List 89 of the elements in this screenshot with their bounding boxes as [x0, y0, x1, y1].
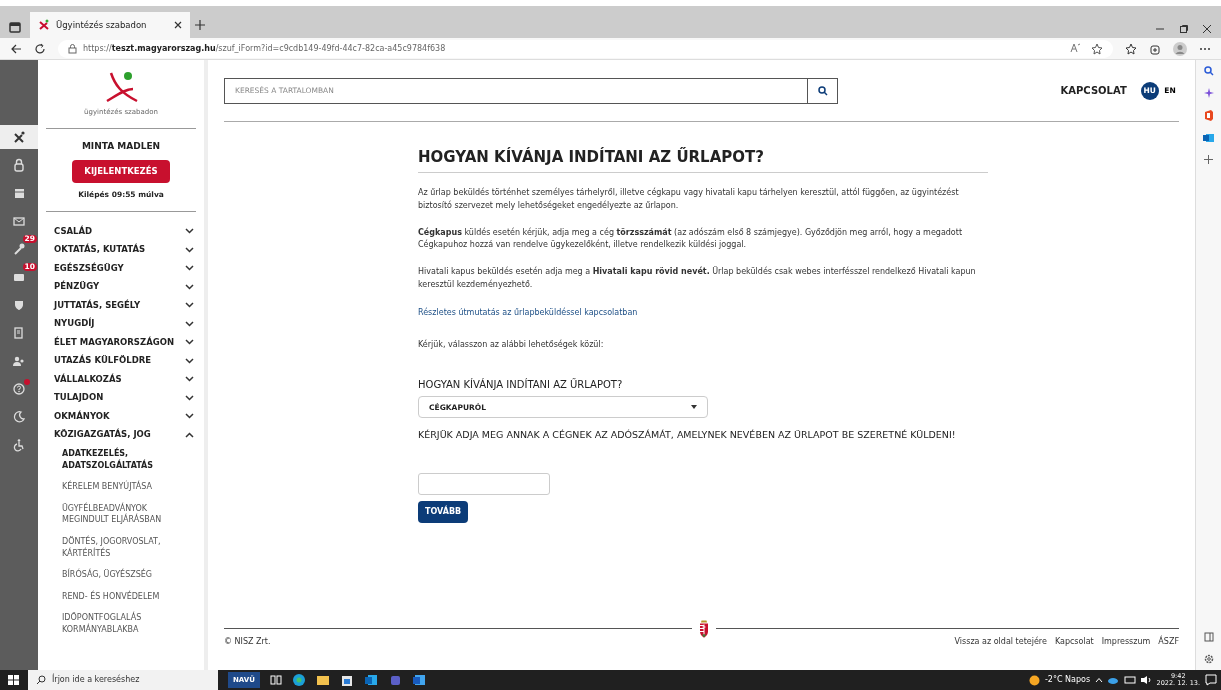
read-aloud-icon[interactable] [1070, 42, 1082, 53]
cloud-icon[interactable] [1107, 676, 1120, 684]
submenu-item[interactable]: KÉRELEM BENYÚJTÁSA [54, 477, 194, 499]
notification-dot [24, 379, 30, 385]
lock-icon [12, 158, 26, 172]
reload-icon[interactable] [34, 42, 46, 55]
tax-number-label: KÉRJÜK ADJA MEG ANNAK A CÉGNEK AZ ADÓSZÁMÁT, AMELYNEK NEVÉBEN AZ ŰRLAPOT BE SZERETNÉ KÜLDENI! [418, 428, 957, 443]
footer-link[interactable]: Vissza az oldal tetejére [954, 636, 1047, 648]
menu-item[interactable]: UTAZÁS KÜLFÖLDRE [54, 351, 194, 370]
folder-icon[interactable] [315, 674, 330, 686]
close-icon[interactable] [1202, 23, 1212, 34]
contact-link[interactable]: KAPCSOLAT [1060, 83, 1127, 98]
help-link[interactable]: Részletes útmutatás az űrlapbeküldéssel kapcsolatban [418, 307, 638, 317]
site-logo-icon [38, 19, 50, 31]
submenu-item[interactable]: ÜGYFÉLBEADVÁNYOK MEGINDULT ELJÁRÁSBAN [54, 498, 194, 532]
footer-link[interactable]: ÁSZF [1158, 636, 1179, 648]
volume-icon[interactable] [1140, 675, 1153, 685]
weather-icon [1029, 674, 1041, 686]
tab-title: Ügyintézés szabadon [56, 18, 148, 32]
menu-item[interactable]: TULAJDON [54, 388, 194, 407]
office-icon[interactable] [1203, 110, 1214, 121]
settings-icon[interactable] [1203, 654, 1214, 664]
submenu-item[interactable]: DÖNTÉS, JOGORVOSLAT, KÁRTÉRÍTÉS [54, 531, 194, 566]
back-icon[interactable] [10, 42, 22, 55]
edge-icon[interactable] [291, 673, 306, 687]
calendar-icon [12, 186, 26, 200]
weather-text: -2°C Napos [1044, 674, 1091, 686]
next-button[interactable]: TOVÁBB [418, 500, 469, 523]
menu-item[interactable]: CSALÁD [54, 222, 194, 241]
mail-icon [12, 214, 26, 228]
chevron-up-icon[interactable] [1094, 677, 1103, 683]
favorite-add-icon[interactable] [1091, 42, 1103, 55]
caret-icon [691, 405, 697, 410]
menu-item[interactable]: PÉNZÜGY [54, 277, 194, 296]
outlook-icon[interactable] [363, 673, 378, 687]
document-icon [12, 326, 26, 340]
copyright-text: © NISZ Zrt. [224, 636, 271, 648]
shield-icon [12, 298, 26, 312]
outlook-icon[interactable] [1203, 133, 1214, 143]
user-name: MINTA MADLEN [81, 140, 161, 154]
search-icon[interactable] [1203, 66, 1214, 76]
submenu-item[interactable]: BÍRÓSÁG, ÜGYÉSZSÉG [54, 565, 194, 587]
add-icon[interactable] [1204, 155, 1213, 164]
logout-button[interactable]: KIJELENTKEZÉS [72, 159, 170, 183]
paragraph: Hivatali kapus beküldés esetén adja meg a Hivatali kapu rövid nevét. Űrlap beküldés csak webes interfésszel rendelkező Hivatali kapun keresztül kezdeményezhető. [418, 266, 977, 291]
rail-button[interactable] [0, 125, 38, 149]
store-icon[interactable] [339, 673, 354, 687]
help-icon [12, 382, 26, 396]
sidebar-toggle-icon[interactable] [1203, 632, 1214, 642]
question-label: HOGYAN KÍVÁNJA INDÍTANI AZ ŰRLAPOT? [418, 377, 624, 393]
notifications-icon[interactable] [1204, 674, 1217, 686]
footer-link[interactable]: Kapcsolat [1054, 636, 1094, 648]
menu-item[interactable]: JUTTATÁS, SEGÉLY [54, 296, 194, 315]
more-icon[interactable] [1199, 46, 1211, 51]
task-view-icon[interactable] [269, 674, 282, 686]
favorites-icon[interactable] [1125, 42, 1137, 55]
tax-number-field[interactable] [418, 472, 550, 495]
prompt-text: Kérjük, válasszon az alábbi lehetőségek közül: [418, 339, 605, 352]
menu-item[interactable]: OKMÁNYOK [54, 407, 194, 426]
submenu-item[interactable]: REND- ÉS HONVÉDELEM [54, 586, 194, 609]
lock-icon [68, 43, 77, 54]
menu-item[interactable]: ÉLET MAGYARORSZÁGON [54, 333, 194, 352]
sparkle-icon[interactable] [1203, 88, 1214, 98]
search-button[interactable] [808, 77, 838, 104]
paragraph: Az űrlap beküldés történhet személyes tárhelyről, illetve cégkapu vagy hivatali kapu tárhelyen keresztül, attól függően, az ügyintézést biztosító szervezet mely lehetőségeket engedélyezte az űrlapon. [418, 187, 960, 212]
moon-icon [12, 410, 26, 424]
collections-icon[interactable] [1149, 42, 1161, 55]
browser-tab[interactable]: Ügyintézés szabadon [30, 12, 190, 38]
menu-item[interactable]: EGÉSZSÉGÜGY [54, 259, 194, 278]
submenu-item[interactable]: ADATKEZELÉS, ADATSZOLGÁLTATÁS [54, 444, 194, 478]
taskbar-search-field[interactable]: Írjon ide a kereséshez [28, 670, 218, 690]
menu-item[interactable]: NYUGDÍJ [54, 314, 194, 333]
close-icon[interactable] [174, 21, 182, 29]
people-icon [12, 354, 26, 368]
wheelchair-icon [12, 438, 26, 452]
search-icon [817, 85, 828, 96]
footer-link[interactable]: Impresszum [1101, 636, 1151, 648]
profile-icon[interactable] [1173, 41, 1187, 56]
menu-item[interactable]: OKTATÁS, KUTATÁS [54, 240, 194, 259]
paragraph: Cégkapus küldés esetén kérjük, adja meg a cég törzsszámát (az adószám első 8 számjegye). Győződjön meg arról, hogy a megadott Cégkapuhoz hozzá van rendelve ügykezelőként, illetve rendelkezik küldési joggal. [418, 226, 964, 252]
restore-icon[interactable] [1178, 23, 1189, 34]
search-icon [36, 675, 46, 685]
key-icon [12, 242, 26, 256]
form-title: HOGYAN KÍVÁNJA INDÍTANI AZ ŰRLAPOT? [418, 148, 988, 173]
submenu-item[interactable]: IDŐPONTFOGLALÁS KORMÁNYABLAKBA [54, 608, 194, 642]
menu-item[interactable]: KÖZIGAZGATÁS, JOG [54, 425, 194, 444]
word-icon[interactable] [411, 673, 426, 687]
menu-item[interactable]: VÁLLALKOZÁS [54, 370, 194, 389]
network-icon[interactable] [1123, 675, 1136, 685]
